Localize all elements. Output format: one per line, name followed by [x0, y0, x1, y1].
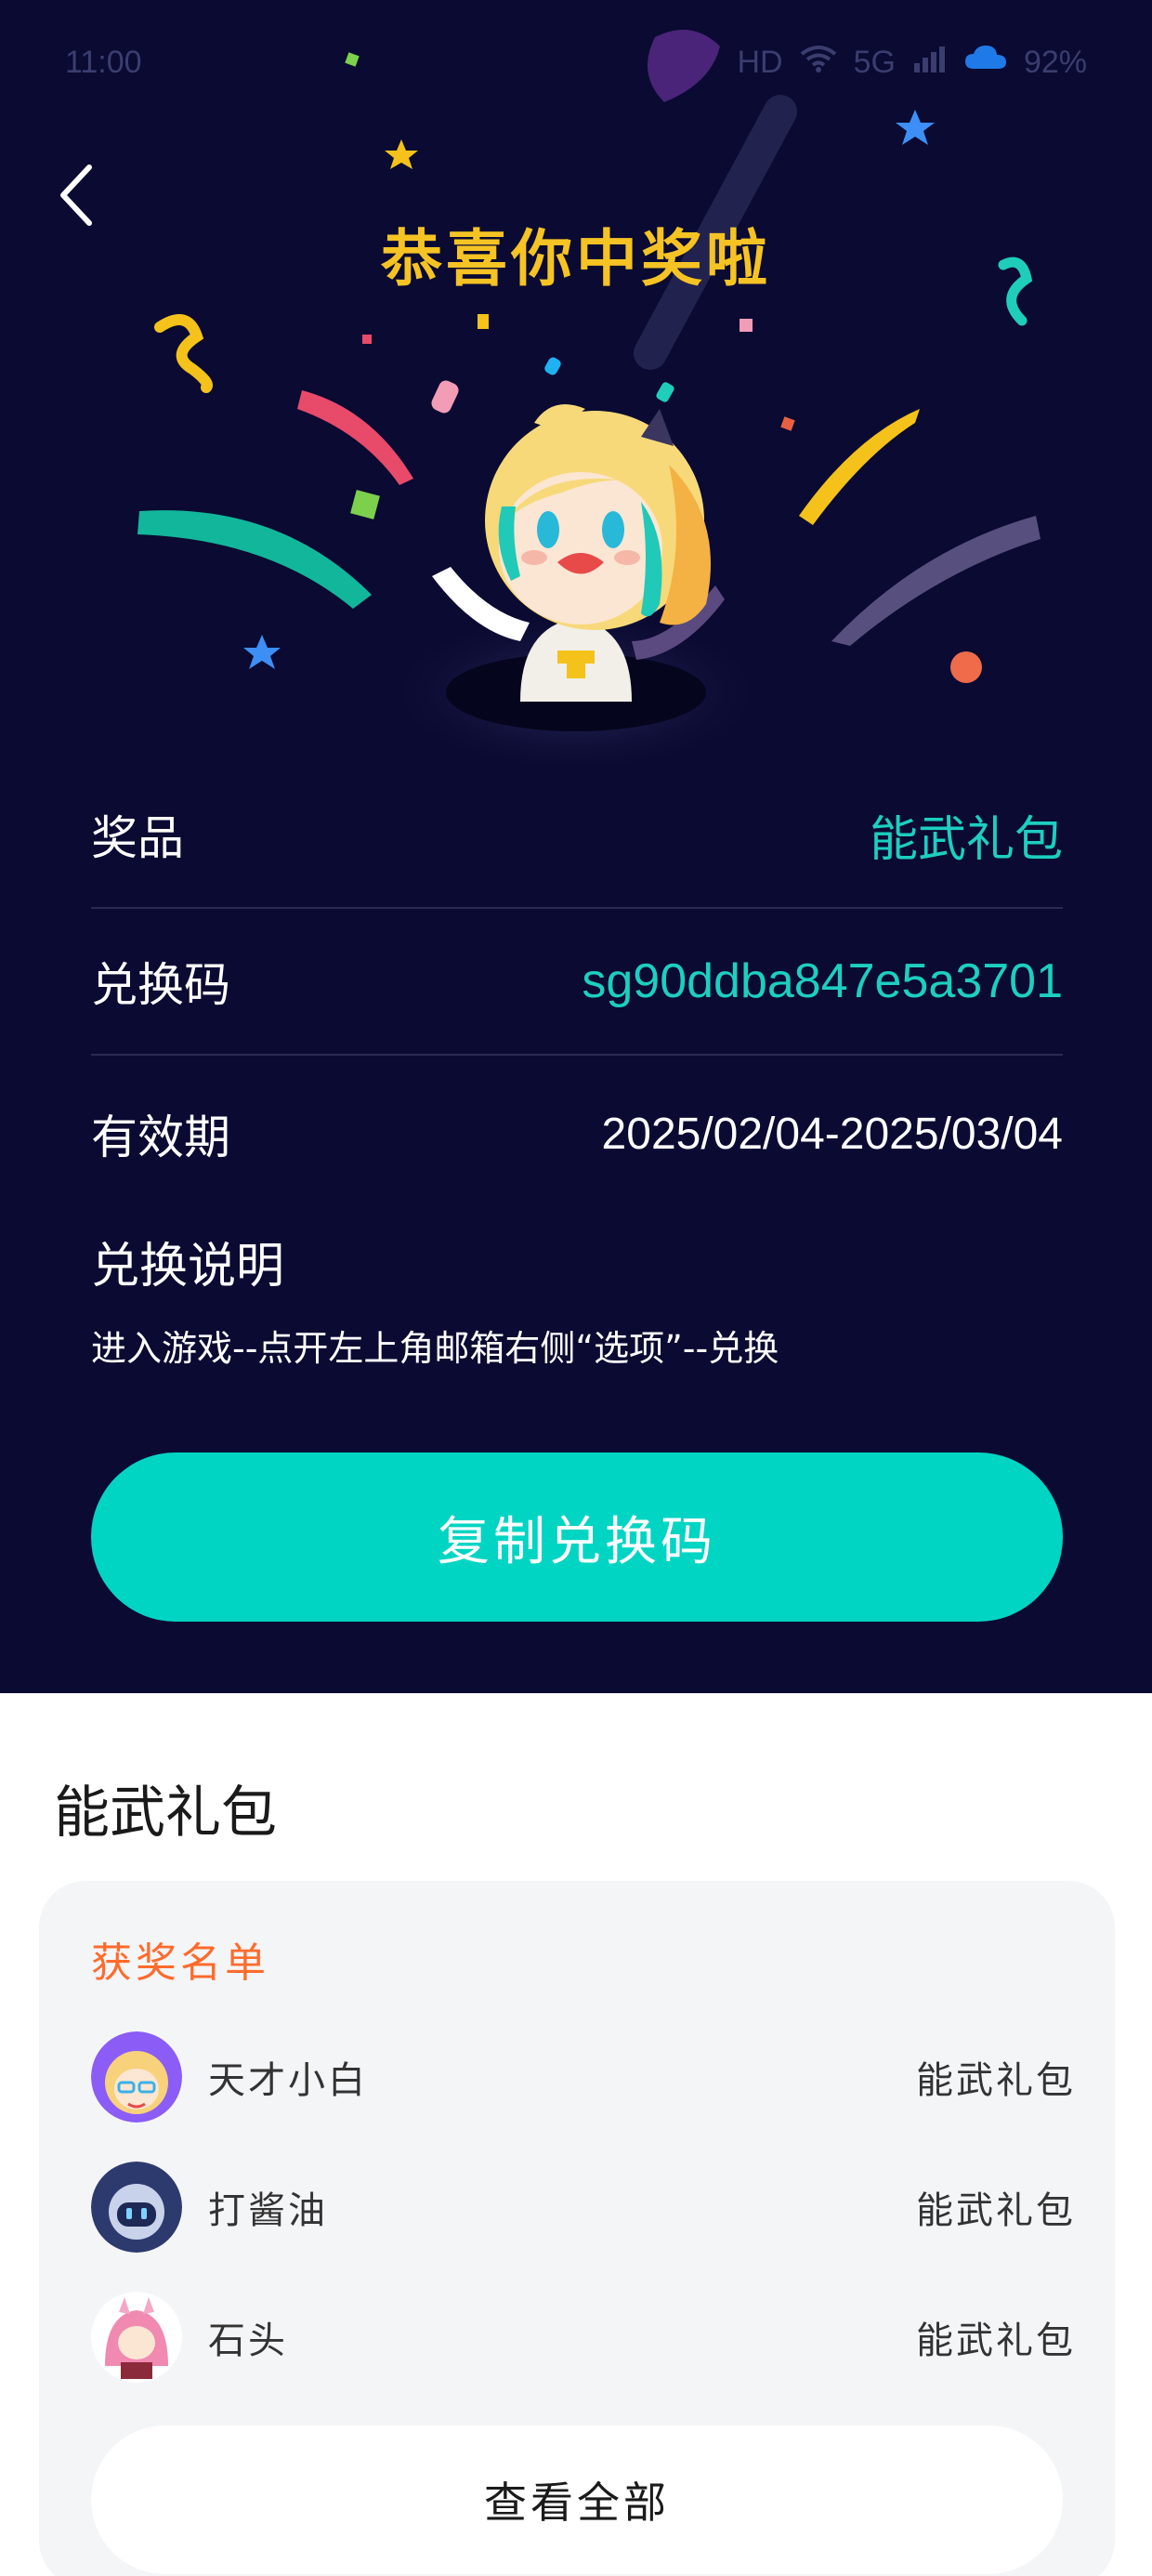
winner-prize: 能武礼包 — [916, 2059, 1076, 2102]
prize-details: 奖品 能武礼包 兑换码 sg90ddba847e5a3701 有效期 2025/… — [91, 762, 1063, 1212]
status-bar: 11:00 HD 5G 92% — [65, 45, 1087, 89]
winner-name: 打酱油 — [208, 2189, 328, 2232]
signal-type: 5G — [853, 45, 896, 80]
wifi-icon — [800, 45, 837, 81]
redeem-code-label: 兑换码 — [91, 958, 230, 1012]
validity-value: 2025/02/04-2025/03/04 — [601, 1109, 1063, 1159]
page-title: 恭喜你中奖啦 — [381, 222, 771, 295]
avatar — [91, 2292, 182, 2383]
gift-section: 能武礼包 获奖名单 天才小白 能武礼包 打酱油 能武礼包 石头 能武礼包 查看全… — [0, 1693, 1152, 2576]
gift-title: 能武礼包 — [54, 1781, 277, 1846]
redeem-code-row: 兑换码 sg90ddba847e5a3701 — [91, 909, 1063, 1056]
validity-row: 有效期 2025/02/04-2025/03/04 — [91, 1056, 1063, 1212]
prize-result-panel: 11:00 HD 5G 92% 恭喜你中奖啦 奖品 能武礼包 兑换码 sg90d… — [0, 0, 1152, 1693]
prize-value: 能武礼包 — [869, 811, 1063, 868]
winner-name: 石头 — [208, 2320, 288, 2362]
instructions-title: 兑换说明 — [91, 1239, 285, 1295]
list-item: 石头 能武礼包 — [91, 2291, 1076, 2384]
status-time: 11:00 — [65, 45, 142, 80]
view-all-button[interactable]: 查看全部 — [91, 2425, 1063, 2574]
copy-code-button[interactable]: 复制兑换码 — [91, 1452, 1063, 1622]
avatar — [91, 2031, 182, 2123]
validity-label: 有效期 — [91, 1111, 230, 1164]
list-item: 天才小白 能武礼包 — [91, 2031, 1076, 2123]
celebration-illustration — [137, 30, 1041, 776]
list-item: 打酱油 能武礼包 — [91, 2161, 1076, 2254]
winner-prize: 能武礼包 — [916, 2189, 1076, 2232]
avatar — [91, 2162, 182, 2253]
network-type: HD — [737, 45, 783, 80]
winner-name: 天才小白 — [208, 2059, 368, 2102]
prize-label: 奖品 — [91, 811, 184, 865]
signal-strength-icon — [912, 45, 948, 81]
prize-row: 奖品 能武礼包 — [91, 762, 1063, 909]
redeem-code-value[interactable]: sg90ddba847e5a3701 — [582, 953, 1063, 1009]
winners-title: 获奖名单 — [91, 1939, 269, 1987]
instructions-text: 进入游戏--点开左上角邮箱右侧“选项”--兑换 — [91, 1328, 779, 1369]
cloud-icon — [964, 45, 1007, 81]
battery-level: 92% — [1023, 45, 1087, 80]
winner-prize: 能武礼包 — [916, 2320, 1076, 2362]
winners-card: 获奖名单 天才小白 能武礼包 打酱油 能武礼包 石头 能武礼包 查看全部 — [39, 1881, 1115, 2576]
